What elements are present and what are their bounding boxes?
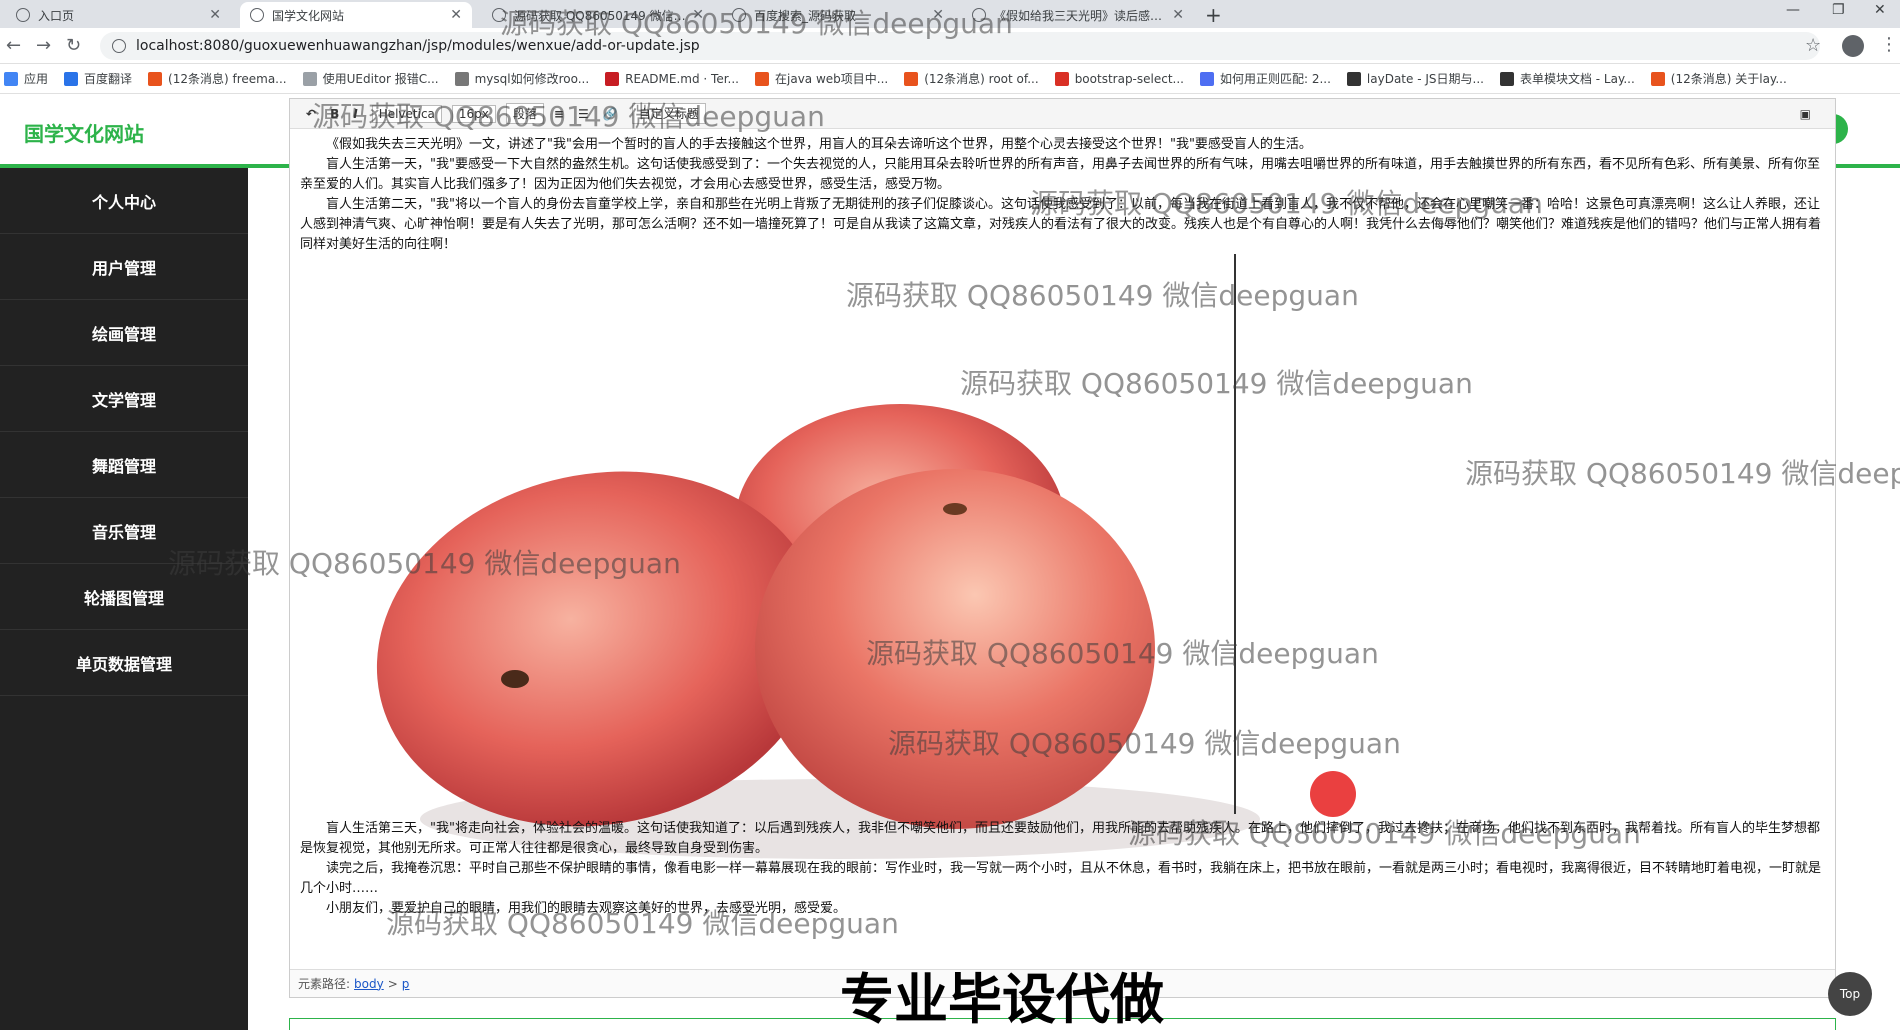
- promo-banner: 专业毕设代做: [840, 968, 1164, 1031]
- watermark-text: 源码获取 QQ86050149 微信deepguan: [312, 100, 825, 133]
- back-icon[interactable]: ←: [6, 35, 21, 56]
- new-tab-button[interactable]: +: [1205, 3, 1222, 27]
- paw-icon: [1199, 71, 1214, 86]
- sidebar-item-4[interactable]: 舞蹈管理: [0, 432, 248, 498]
- bookmark-item[interactable]: README.md · Ter...: [605, 71, 739, 86]
- bookmark-item[interactable]: bootstrap-select...: [1054, 71, 1184, 86]
- bookmark-item[interactable]: (12条消息) 关于lay...: [1650, 70, 1787, 87]
- watermark-text: 源码获取 QQ86050149 微信deepguan: [168, 547, 681, 580]
- bookmark-item[interactable]: 在java web项目中...: [755, 70, 888, 87]
- bookmark-item[interactable]: 使用UEditor 报错C...: [302, 70, 439, 87]
- layui-icon: [1499, 71, 1514, 86]
- path-body-link[interactable]: body: [354, 977, 384, 991]
- sidebar: 个人中心 用户管理 绘画管理 文学管理 舞蹈管理 音乐管理 轮播图管理 单页数据管理: [0, 168, 248, 1030]
- forward-icon[interactable]: →: [36, 35, 51, 56]
- globe-icon: [250, 8, 264, 22]
- watermark-text: 源码获取 QQ86050149 微信deepguan: [1465, 457, 1900, 490]
- globe-icon: [16, 8, 30, 22]
- csdn-icon: [1650, 71, 1665, 86]
- back-to-top-button[interactable]: Top: [1828, 972, 1872, 1016]
- bookmark-item[interactable]: 百度翻译: [64, 70, 132, 87]
- watermark-text: 源码获取 QQ86050149 微信deepguan: [1030, 187, 1543, 220]
- watermark-text: 源码获取 QQ86050149 微信deepguan: [866, 637, 1379, 670]
- watermark-text: 源码获取 QQ86050149 微信deepguan: [386, 907, 899, 940]
- sidebar-item-2[interactable]: 绘画管理: [0, 300, 248, 366]
- profile-avatar-icon[interactable]: [1842, 35, 1864, 57]
- close-icon[interactable]: ✕: [450, 7, 462, 23]
- watermark-text: 源码获取 QQ86050149 微信deepguan: [1128, 817, 1641, 850]
- close-window-icon[interactable]: ✕: [1874, 2, 1886, 18]
- reload-icon[interactable]: ↻: [66, 35, 81, 56]
- sidebar-item-1[interactable]: 用户管理: [0, 234, 248, 300]
- left-apple-stem: [501, 670, 529, 688]
- bug-icon: [302, 71, 317, 86]
- restore-icon[interactable]: ❐: [1832, 2, 1845, 18]
- bookmark-star-icon[interactable]: ☆: [1805, 35, 1821, 56]
- baidu-translate-icon: [64, 71, 79, 86]
- fullscreen-icon[interactable]: ▣: [1800, 107, 1811, 121]
- search-icon: [454, 71, 469, 86]
- menu-kebab-icon[interactable]: ⋮: [1880, 34, 1898, 55]
- watermark-text: 源码获取 QQ86050149 微信deepguan: [960, 367, 1473, 400]
- bookmark-item[interactable]: (12条消息) root of...: [904, 70, 1039, 87]
- site-brand[interactable]: 国学文化网站: [24, 118, 144, 147]
- close-icon[interactable]: ✕: [209, 7, 221, 23]
- bookmark-item[interactable]: 应用: [4, 70, 48, 87]
- bookmark-item[interactable]: (12条消息) freema...: [148, 70, 287, 87]
- bookmark-item[interactable]: mysql如何修改roo...: [454, 70, 589, 87]
- tab-guoxue[interactable]: 国学文化网站 ✕: [240, 2, 472, 28]
- element-path-label: 元素路径:: [298, 977, 351, 991]
- csdn-icon: [755, 71, 769, 86]
- info-icon[interactable]: [112, 39, 126, 53]
- tab-entry[interactable]: 入口页 ✕: [6, 2, 231, 28]
- bookmark-item[interactable]: 表单模块文档 - Lay...: [1499, 70, 1635, 87]
- click-indicator: [1310, 771, 1356, 817]
- gitee-icon: [605, 71, 620, 86]
- layui-icon: [1346, 71, 1361, 86]
- minimize-icon[interactable]: —: [1786, 2, 1800, 18]
- editor-paragraph: 读完之后，我掩卷沉思：平时自己那些不保护眼睛的事情，像看电影一样一幕幕展现在我的…: [300, 861, 1822, 896]
- apps-icon: [4, 71, 18, 86]
- sidebar-item-3[interactable]: 文学管理: [0, 366, 248, 432]
- sidebar-item-7[interactable]: 单页数据管理: [0, 630, 248, 696]
- bookmarks-bar: 应用 百度翻译 (12条消息) freema... 使用UEditor 报错C... m…: [0, 64, 1900, 94]
- sidebar-item-0[interactable]: 个人中心: [0, 168, 248, 234]
- csdn-icon: [904, 71, 919, 86]
- editor-paragraph: 《假如我失去三天光明》一文，讲述了"我"会用一个暂时的盲人的手去接触这个世界，用…: [326, 137, 1312, 152]
- bookmark-item[interactable]: 如何用正则匹配: 2...: [1199, 70, 1331, 87]
- watermark-text: 源码获取 QQ86050149 微信deepguan: [888, 727, 1401, 760]
- path-p-link[interactable]: p: [402, 977, 410, 991]
- bookmark-item[interactable]: layDate - JS日期与...: [1346, 70, 1484, 87]
- csdn-icon: [148, 71, 163, 86]
- watermark-text: 源码获取 QQ86050149 微信deepguan: [500, 7, 1013, 40]
- watermark-text: 源码获取 QQ86050149 微信deepguan: [846, 279, 1359, 312]
- right-apple-stem: [943, 503, 967, 515]
- bookmark-icon: [1054, 71, 1069, 86]
- close-icon[interactable]: ✕: [1172, 7, 1184, 23]
